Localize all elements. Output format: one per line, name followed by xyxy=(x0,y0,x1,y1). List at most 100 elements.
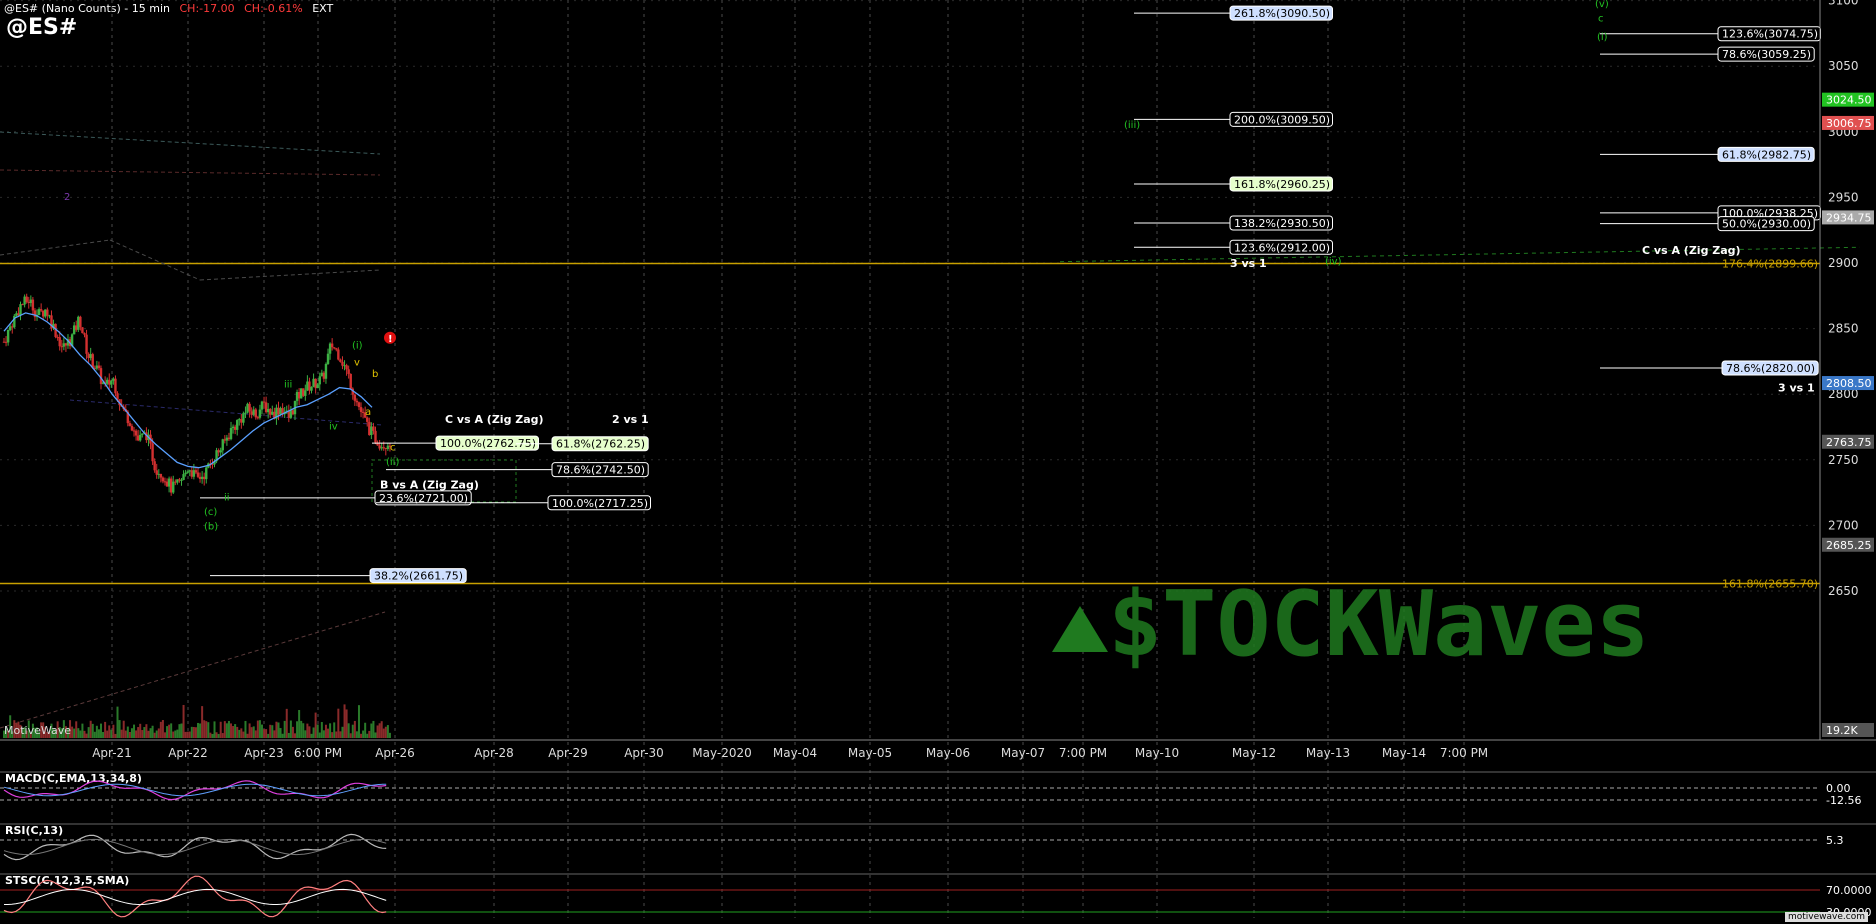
volume-bar xyxy=(347,723,350,738)
volume-bar xyxy=(281,733,284,738)
wave-label: 2 vs 1 xyxy=(612,413,649,426)
watermark: motivewave.com xyxy=(1785,912,1868,922)
candle-body xyxy=(277,407,280,415)
candle-body xyxy=(244,412,247,414)
candle-body xyxy=(19,304,22,316)
volume-bar xyxy=(209,732,212,738)
price-chart[interactable]: $TOCKWaves 176.4%(2899.66) 161.8%(2655.70… xyxy=(0,0,1876,924)
volume-bar xyxy=(372,720,375,738)
candle-body xyxy=(339,359,342,362)
candle-body xyxy=(2,341,6,343)
candle-body xyxy=(258,409,262,418)
candle-body xyxy=(4,341,8,343)
volume-bar xyxy=(246,733,249,738)
volume-bar xyxy=(374,732,377,738)
candle-body xyxy=(182,474,185,480)
volume-bar xyxy=(351,724,354,738)
trend-line xyxy=(0,611,386,729)
x-tick-label: May-10 xyxy=(1135,746,1179,760)
wave-label: C vs A (Zig Zag) xyxy=(1642,244,1741,257)
candle-body xyxy=(192,470,196,477)
chart-grid xyxy=(0,0,1820,918)
candle-body xyxy=(372,426,375,431)
indicator-value: 70.0000 xyxy=(1826,884,1872,897)
volume-bar xyxy=(322,730,325,738)
x-tick-label: Apr-28 xyxy=(474,746,514,760)
volume-bar xyxy=(153,732,156,738)
volume-bar xyxy=(161,720,164,738)
candle-body xyxy=(8,326,12,330)
volume-bar xyxy=(172,731,175,738)
volume-bar xyxy=(254,730,257,738)
volume-bar xyxy=(236,726,239,738)
brand-label: MotiveWave xyxy=(4,724,72,737)
volume-bar xyxy=(386,725,389,738)
candle-body xyxy=(254,409,257,418)
volume-bar xyxy=(159,721,162,738)
volume-bar xyxy=(219,721,222,738)
volume-bar xyxy=(106,730,109,738)
y-tick-label: 2850 xyxy=(1828,322,1859,336)
candle-body xyxy=(324,363,328,379)
volume-bar xyxy=(360,733,363,738)
volume-bar xyxy=(345,709,348,738)
volume-bar xyxy=(227,720,230,738)
candle-body xyxy=(378,445,381,449)
candle-body xyxy=(221,439,224,451)
candle-body xyxy=(330,343,334,348)
wave-label: b xyxy=(372,369,378,380)
volume-bar xyxy=(283,720,286,738)
volume-bar xyxy=(384,726,387,738)
candle-body xyxy=(29,299,33,304)
volume-bar xyxy=(355,731,358,738)
volume-bar xyxy=(184,731,187,738)
volume-bar xyxy=(388,732,391,738)
fib-label: 100.0%(2717.25) xyxy=(552,497,648,510)
volume-bar xyxy=(275,721,278,738)
wave-label: B vs A (Zig Zag) xyxy=(380,479,479,492)
candle-body xyxy=(262,401,266,403)
y-tick-label: 3100 xyxy=(1828,0,1859,8)
volume-bar xyxy=(316,724,319,738)
volume-bar xyxy=(155,730,158,738)
trend-line xyxy=(0,169,381,176)
volume-bar xyxy=(168,724,171,738)
candle-body xyxy=(176,479,179,483)
candle-body xyxy=(326,353,330,364)
volume-bar xyxy=(343,704,346,738)
candle-body xyxy=(37,309,41,316)
candle-body xyxy=(236,420,239,430)
candle-body xyxy=(159,473,163,478)
candle-body xyxy=(312,378,315,387)
volume-bar xyxy=(89,720,92,738)
volume-bar xyxy=(145,724,148,738)
candle-body xyxy=(196,472,200,477)
candle-body xyxy=(157,473,160,475)
volume-bar xyxy=(279,728,282,738)
volume-bar xyxy=(141,730,144,738)
volume-bar xyxy=(337,708,340,738)
volume-bar xyxy=(114,733,117,738)
candle-body xyxy=(320,372,324,377)
volume-bar xyxy=(221,733,224,738)
y-tick-label: 2900 xyxy=(1828,256,1859,270)
volume-bar xyxy=(302,723,305,738)
candle-body xyxy=(194,470,198,473)
candle-body xyxy=(161,477,165,482)
volume-bar xyxy=(329,723,332,738)
candle-body xyxy=(217,450,220,453)
candle-body xyxy=(186,471,189,473)
volume-bar xyxy=(366,733,369,738)
candle-body xyxy=(165,481,169,487)
y-tick-label: 2700 xyxy=(1828,518,1859,532)
candle-body xyxy=(299,388,303,399)
candle-body xyxy=(114,378,117,394)
x-tick-label: Apr-30 xyxy=(624,746,664,760)
fib-label: 261.8%(3090.50) xyxy=(1234,7,1330,20)
stockwaves-logo-text: $TOCKWaves xyxy=(1108,572,1650,677)
candle-body xyxy=(46,309,49,316)
candle-body xyxy=(141,433,144,435)
volume-bar xyxy=(182,704,185,738)
y-tick-label: 2750 xyxy=(1828,453,1859,467)
volume-bar xyxy=(238,729,241,738)
